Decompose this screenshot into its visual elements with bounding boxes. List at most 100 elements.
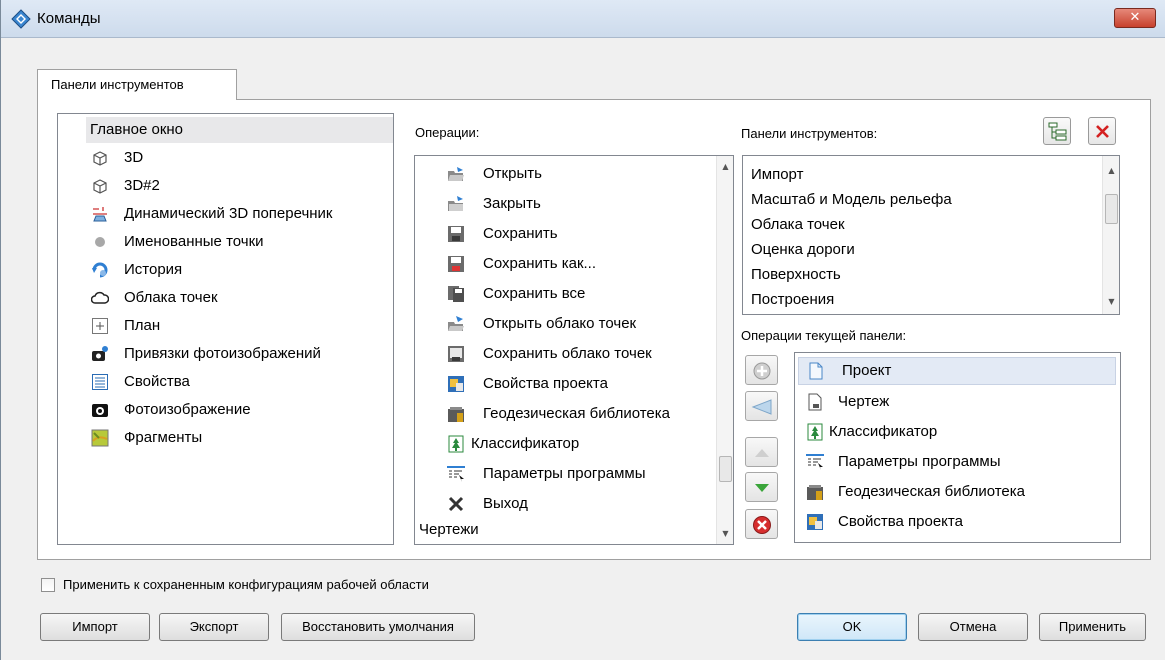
- open-folder-icon: [448, 167, 464, 181]
- list-item[interactable]: Свойства проекта: [795, 508, 1115, 536]
- list-item[interactable]: Импорт: [743, 161, 1098, 189]
- list-item-label: Сохранить все: [483, 285, 586, 302]
- scroll-up-icon[interactable]: ▲: [1103, 162, 1119, 179]
- library-icon: [448, 407, 464, 422]
- save-cloud-icon: [448, 346, 464, 362]
- list-item[interactable]: Фрагменты: [58, 424, 388, 452]
- list-item[interactable]: Сохранить облако точек: [415, 340, 715, 368]
- list-item[interactable]: Проект: [798, 357, 1116, 385]
- list-item-label: Сохранить облако точек: [483, 345, 652, 362]
- scroll-thumb[interactable]: [1105, 194, 1118, 224]
- operations-list[interactable]: Открыть Закрыть Сохранить Сохранить как.…: [414, 155, 734, 545]
- list-item[interactable]: 3D#2: [58, 172, 388, 200]
- list-item[interactable]: Сохранить: [415, 220, 715, 248]
- list-item[interactable]: Поверхность: [743, 261, 1098, 289]
- title-bar[interactable]: Команды ✕: [1, 0, 1165, 38]
- toolbars-scrollbar[interactable]: ▲ ▼: [1102, 156, 1119, 314]
- fragments-icon: [91, 429, 109, 447]
- apply-all-label: Применить к сохраненным конфигурациям ра…: [63, 577, 429, 592]
- toolbar-tree-icon: [1048, 122, 1067, 141]
- list-item[interactable]: Динамический 3D поперечник: [58, 200, 388, 228]
- toolbar-windows-list[interactable]: Главное окно 3D 3D#2 Динамический 3D поп…: [57, 113, 394, 545]
- list-item[interactable]: Открыть: [415, 160, 715, 188]
- list-item[interactable]: Чертеж: [795, 388, 1115, 416]
- separator-icon: [751, 399, 772, 415]
- list-item-label: Фрагменты: [124, 429, 203, 446]
- list-item[interactable]: Сохранить как...: [415, 250, 715, 278]
- scroll-thumb[interactable]: [719, 456, 732, 482]
- list-item-label: Импорт: [751, 166, 804, 183]
- list-item[interactable]: Свойства: [58, 368, 388, 396]
- list-item[interactable]: Именованные точки: [58, 228, 388, 256]
- export-button[interactable]: Экспорт: [159, 613, 269, 641]
- drawing-icon: [808, 393, 822, 411]
- save-all-icon: [448, 286, 464, 302]
- scroll-up-icon[interactable]: ▲: [717, 158, 733, 175]
- cancel-button[interactable]: Отмена: [918, 613, 1028, 641]
- settings-icon: [806, 454, 824, 470]
- list-item[interactable]: Параметры программы: [795, 448, 1115, 476]
- move-down-button[interactable]: [745, 472, 778, 502]
- list-item[interactable]: Параметры программы: [415, 460, 715, 488]
- add-operation-button[interactable]: [745, 355, 778, 385]
- list-item[interactable]: Выход: [415, 490, 715, 518]
- tab-toolbars[interactable]: Панели инструментов: [37, 69, 237, 100]
- list-item[interactable]: Оценка дороги: [743, 236, 1098, 264]
- restore-defaults-button[interactable]: Восстановить умолчания: [281, 613, 475, 641]
- toolbars-list[interactable]: Импорт Масштаб и Модель рельефа Облака т…: [742, 155, 1120, 315]
- remove-operation-button[interactable]: [745, 509, 778, 539]
- scroll-down-icon[interactable]: ▼: [717, 525, 733, 542]
- list-item-label: Проект: [842, 362, 892, 379]
- list-item[interactable]: Геодезическая библиотека: [795, 478, 1115, 506]
- list-item[interactable]: Классификатор: [795, 418, 1115, 446]
- list-item[interactable]: Главное окно: [86, 117, 393, 143]
- arrow-down-icon: [755, 484, 769, 492]
- apply-button[interactable]: Применить: [1039, 613, 1146, 641]
- scroll-down-icon[interactable]: ▼: [1103, 293, 1119, 310]
- list-item[interactable]: Масштаб и Модель рельефа: [743, 186, 1098, 214]
- close-button[interactable]: ✕: [1114, 8, 1156, 28]
- add-toolbar-button[interactable]: [1043, 117, 1071, 145]
- delete-toolbar-button[interactable]: [1088, 117, 1116, 145]
- remove-circle-icon: [753, 516, 771, 534]
- close-folder-icon: [448, 196, 463, 211]
- delete-x-icon: [1096, 125, 1109, 138]
- add-separator-button[interactable]: [745, 391, 778, 421]
- list-item[interactable]: Облака точек: [58, 284, 388, 312]
- move-up-button[interactable]: [745, 437, 778, 467]
- list-item-label: Именованные точки: [124, 233, 264, 250]
- list-item[interactable]: Открыть облако точек: [415, 310, 715, 338]
- list-item-label: Классификатор: [829, 423, 938, 440]
- list-item[interactable]: Построения: [743, 286, 1098, 314]
- list-item[interactable]: Свойства проекта: [415, 370, 715, 398]
- list-item[interactable]: Привязки фотоизображений: [58, 340, 388, 368]
- list-item-label: Сохранить как...: [483, 255, 597, 272]
- list-item-label: История: [124, 261, 183, 278]
- ok-button[interactable]: OK: [797, 613, 907, 641]
- list-item[interactable]: Закрыть: [415, 190, 715, 218]
- list-item[interactable]: Фотоизображение: [58, 396, 388, 424]
- apply-all-checkbox[interactable]: [41, 578, 55, 592]
- group-header[interactable]: Чертежи: [415, 516, 715, 544]
- list-item-label: План: [124, 317, 161, 334]
- list-item[interactable]: 3D: [58, 144, 388, 172]
- list-item[interactable]: План: [58, 312, 388, 340]
- plan-icon: [92, 318, 108, 334]
- list-item[interactable]: Геодезическая библиотека: [415, 400, 715, 428]
- list-item-label: Поверхность: [751, 266, 841, 283]
- list-item-label: Классификатор: [471, 435, 580, 452]
- list-item-label: Параметры программы: [483, 465, 646, 482]
- list-item[interactable]: История: [58, 256, 388, 284]
- list-item-label: Оценка дороги: [751, 241, 855, 258]
- photo-binding-icon: [92, 346, 108, 361]
- list-item[interactable]: Сохранить все: [415, 280, 715, 308]
- list-item-label: Чертеж: [838, 393, 890, 410]
- list-item[interactable]: Облака точек: [743, 211, 1098, 239]
- import-button[interactable]: Импорт: [40, 613, 150, 641]
- list-item-label: Сохранить: [483, 225, 558, 242]
- list-item[interactable]: Классификатор: [415, 430, 715, 458]
- camera-icon: [92, 404, 108, 417]
- current-panel-list[interactable]: Проект Чертеж Классификатор Параметры пр…: [794, 352, 1121, 543]
- operations-scrollbar[interactable]: ▲ ▼: [716, 156, 733, 544]
- open-cloud-icon: [448, 316, 464, 331]
